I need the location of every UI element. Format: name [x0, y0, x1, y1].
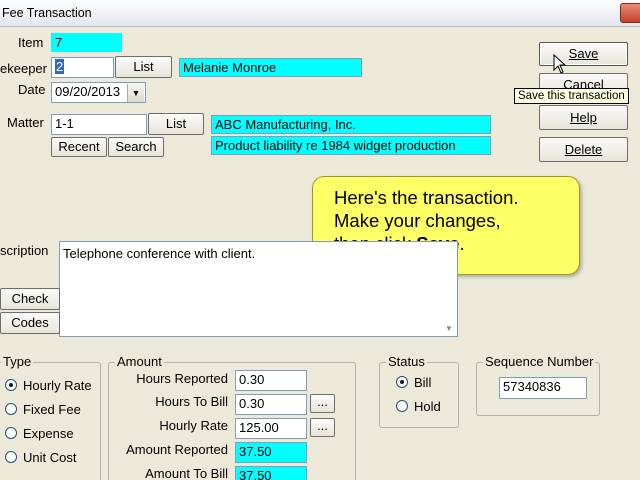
search-button[interactable]: Search — [108, 137, 164, 157]
item-number-field[interactable]: 7 — [51, 33, 122, 52]
hourly-rate-field[interactable]: 125.00 — [235, 418, 307, 439]
hours-to-bill-label: Hours To Bill — [155, 394, 228, 409]
amount-reported-label: Amount Reported — [126, 442, 228, 457]
help-button[interactable]: Help — [539, 105, 628, 130]
amount-reported-field: 37.50 — [235, 442, 307, 463]
sequence-number-label: Sequence Number — [483, 354, 596, 369]
help-label: Help — [570, 110, 597, 125]
timekeeper-value: 2 — [55, 59, 65, 74]
check-label: Check — [11, 291, 49, 306]
timekeeper-list-button[interactable]: List — [115, 56, 172, 78]
timekeeper-name-field: Melanie Monroe — [179, 58, 362, 77]
title-bar: Fee Transaction — [0, 0, 640, 27]
timekeeper-label: ekeeper — [0, 61, 47, 76]
radio-unselected-icon — [5, 451, 17, 463]
type-expense-radio[interactable]: Expense — [5, 426, 74, 441]
hours-reported-field[interactable]: 0.30 — [235, 370, 307, 391]
hours-to-bill-field[interactable]: 0.30 — [235, 394, 307, 415]
description-textarea[interactable]: Telephone conference with client. ▼ — [59, 241, 458, 337]
type-group-label: Type — [1, 354, 34, 369]
radio-unselected-icon — [396, 400, 408, 412]
recent-label: Recent — [58, 139, 100, 154]
type-option-label: Fixed Fee — [23, 402, 81, 417]
type-option-label: Hourly Rate — [23, 378, 92, 393]
ellipsis-label: ... — [317, 418, 328, 433]
hours-to-bill-ellipsis-button[interactable]: ... — [310, 394, 335, 413]
date-value: 09/20/2013 — [55, 84, 121, 99]
matter-list-label: List — [165, 116, 187, 131]
status-hold-radio[interactable]: Hold — [396, 399, 441, 414]
delete-button[interactable]: Delete — [539, 137, 628, 162]
sequence-number-field: 57340836 — [499, 377, 587, 399]
item-label: Item — [18, 35, 44, 50]
save-tooltip: Save this transaction — [514, 88, 629, 104]
window-title: Fee Transaction — [2, 6, 92, 20]
radio-unselected-icon — [5, 403, 17, 415]
fee-transaction-window: Fee Transaction Item 7 ekeeper 2 List Me… — [0, 0, 640, 480]
matter-client-field: ABC Manufacturing, Inc. — [211, 115, 491, 134]
matter-field[interactable]: 1-1 — [51, 114, 147, 135]
radio-selected-icon — [396, 376, 408, 388]
radio-selected-icon — [5, 379, 17, 391]
ellipsis-label: ... — [317, 394, 328, 409]
matter-label: Matter — [7, 115, 44, 130]
spell-check-button[interactable]: Check — [0, 288, 60, 310]
timekeeper-field[interactable]: 2 — [51, 57, 114, 78]
type-fixed-fee-radio[interactable]: Fixed Fee — [5, 402, 81, 417]
status-option-label: Bill — [414, 375, 432, 390]
type-option-label: Expense — [23, 426, 74, 441]
search-label: Search — [115, 139, 157, 154]
status-group-label: Status — [386, 354, 427, 369]
radio-unselected-icon — [5, 427, 17, 439]
description-label: scription — [0, 243, 49, 258]
callout-line-1: Here's the transaction. — [334, 187, 519, 208]
codes-label: Codes — [11, 315, 49, 330]
matter-description-field: Product liability re 1984 widget product… — [211, 136, 491, 155]
description-text: Telephone conference with client. — [63, 246, 256, 261]
scroll-down-icon[interactable]: ▼ — [441, 322, 457, 336]
hours-reported-label: Hours Reported — [136, 371, 228, 386]
date-dropdown[interactable]: 09/20/2013 ▼ — [51, 82, 146, 103]
status-bill-radio[interactable]: Bill — [396, 375, 431, 390]
timekeeper-list-label: List — [133, 59, 154, 74]
status-group: Status — [379, 354, 459, 428]
amount-to-bill-field: 37.50 — [235, 466, 307, 480]
amount-group-label: Amount — [115, 354, 164, 369]
hourly-rate-ellipsis-button[interactable]: ... — [310, 418, 335, 437]
amount-to-bill-label: Amount To Bill — [145, 466, 228, 480]
mouse-cursor-icon — [553, 54, 567, 74]
save-label: Save — [568, 46, 599, 61]
type-unit-cost-radio[interactable]: Unit Cost — [5, 450, 76, 465]
type-hourly-rate-radio[interactable]: Hourly Rate — [5, 378, 92, 393]
recent-button[interactable]: Recent — [51, 137, 107, 157]
close-button[interactable] — [620, 3, 640, 23]
chevron-down-icon[interactable]: ▼ — [127, 84, 144, 102]
delete-label: Delete — [564, 142, 603, 157]
status-option-label: Hold — [414, 399, 441, 414]
hourly-rate-label: Hourly Rate — [159, 418, 228, 433]
codes-button[interactable]: Codes — [0, 312, 60, 334]
callout-line-2: Make your changes, — [334, 210, 501, 231]
date-label: Date — [18, 82, 46, 97]
matter-list-button[interactable]: List — [148, 113, 204, 135]
type-option-label: Unit Cost — [23, 450, 77, 465]
callout-line-3-end: . — [459, 233, 465, 254]
